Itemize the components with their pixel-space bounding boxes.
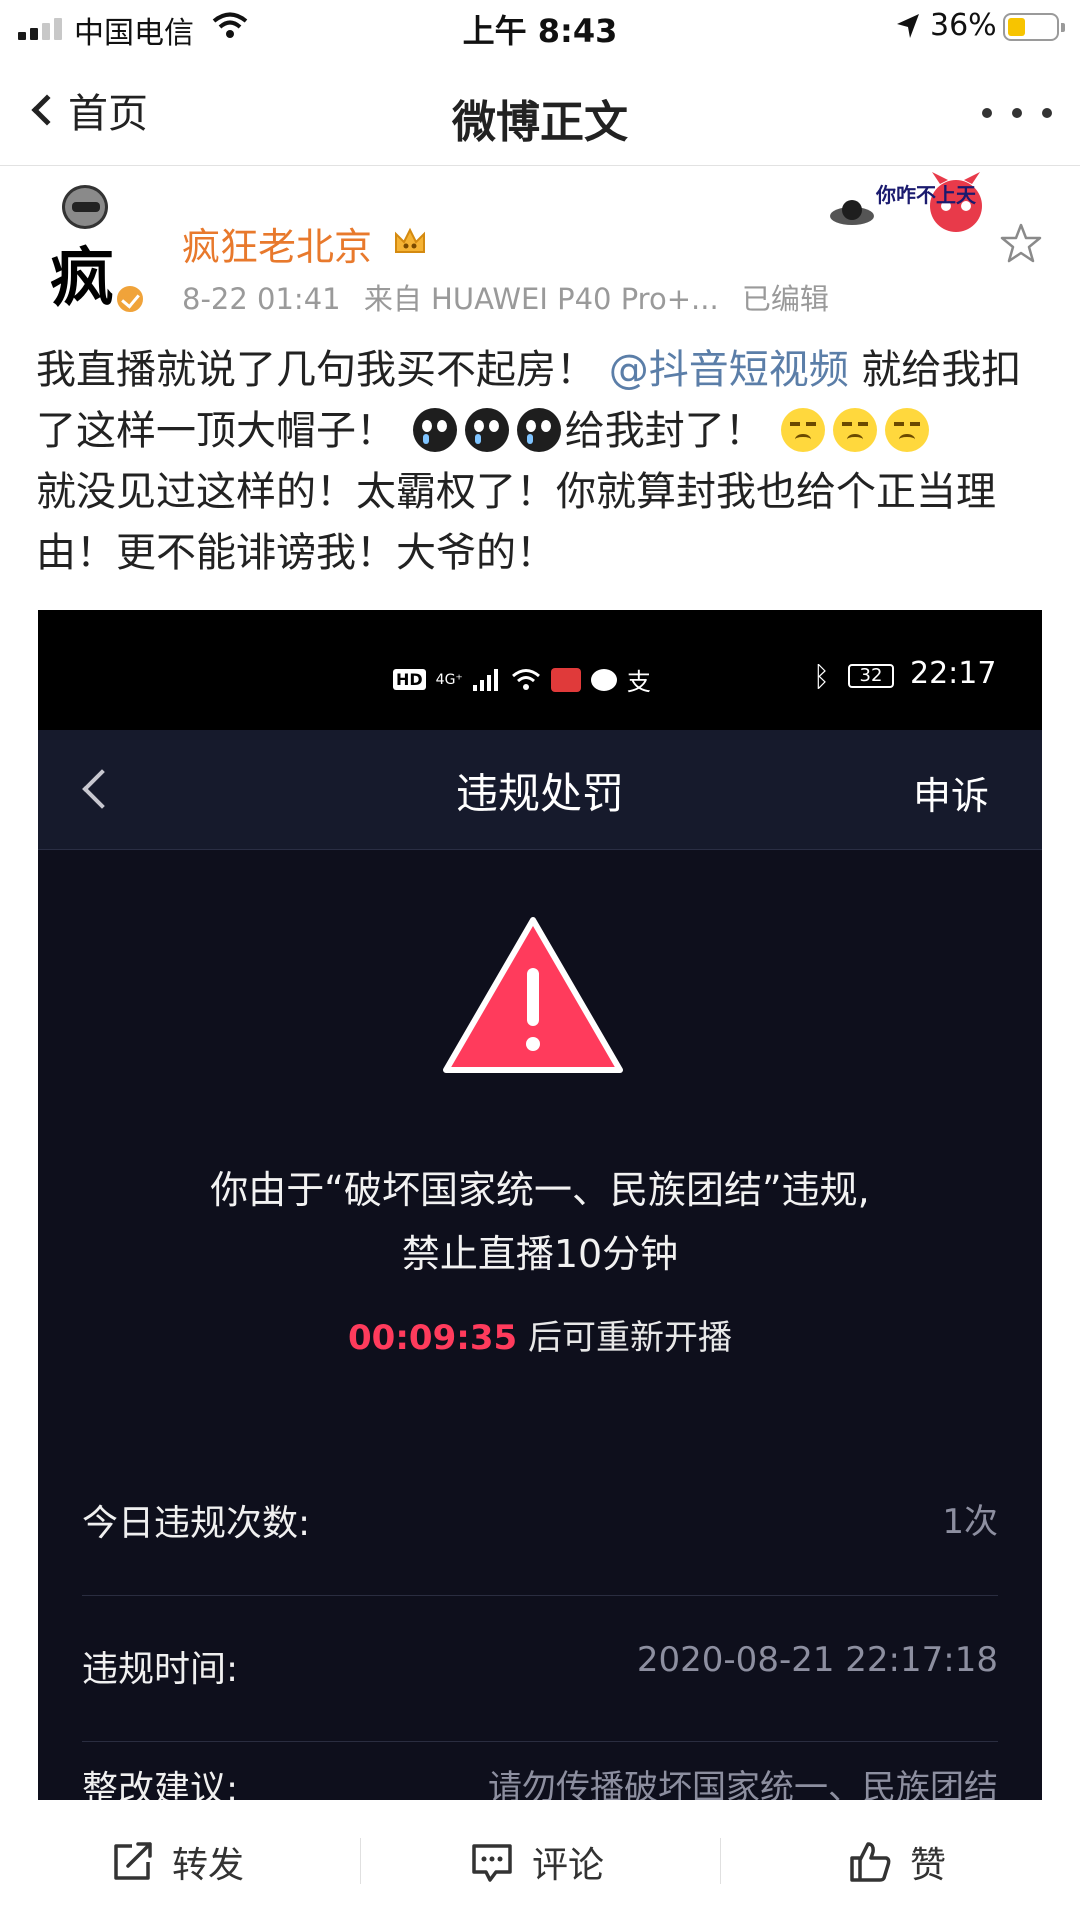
verified-badge-icon <box>114 283 146 315</box>
screenshot-clock: 22:17 <box>910 656 997 691</box>
comment-button[interactable]: 评论 <box>470 1838 604 1886</box>
grumpy-emoji-icon <box>781 408 826 452</box>
screenshot-nav-bar: 违规处罚 申诉 <box>38 730 1042 850</box>
divider <box>360 1838 361 1884</box>
post-timestamp: 8-22 01:41 <box>182 282 341 316</box>
info-row: 今日违规次数: 1次 <box>82 1450 998 1596</box>
app-notification-icon <box>550 667 581 692</box>
edited-label[interactable]: 已编辑 <box>742 282 829 316</box>
countdown-timer: 00:09:35 <box>348 1318 518 1358</box>
info-row: 整改建议: 请勿传播破坏国家统一、民族团结 <box>82 1716 998 1800</box>
repost-label: 转发 <box>172 1845 245 1886</box>
comment-icon <box>472 1844 512 1882</box>
more-dots-icon[interactable] <box>982 108 1052 122</box>
wifi-icon <box>511 668 540 690</box>
bottom-toolbar: 转发 评论 赞 <box>0 1800 1080 1920</box>
screenshot-status-bar: HD 4G⁺ 支 ᛒ 32 22:17 <box>38 610 1042 730</box>
cry-emoji-icon <box>412 408 457 452</box>
info-value: 2020-08-21 22:17:18 <box>636 1640 998 1680</box>
nav-bar: 首页 微博正文 <box>0 56 1080 166</box>
info-label: 违规时间: <box>82 1649 239 1690</box>
grumpy-emoji-icon <box>885 408 930 452</box>
location-arrow-icon <box>897 14 919 38</box>
like-label: 赞 <box>910 1845 947 1886</box>
comment-label: 评论 <box>532 1845 605 1886</box>
signal-icon <box>472 668 501 691</box>
crown-icon <box>395 227 425 253</box>
avatar-glyph: 疯 <box>50 241 114 316</box>
post-text-3: 给我封了！ <box>564 408 765 454</box>
cry-emoji-icon <box>464 408 509 452</box>
info-label: 今日违规次数: <box>82 1503 311 1544</box>
decor-sticker: 你咋不上天 <box>830 172 982 232</box>
thumbs-up-icon <box>850 1842 891 1882</box>
post-text-4: 就没见过这样的！太霸权了！你就算封我也给个正当理由！更不能诽谤我！大爷的！ <box>36 469 996 576</box>
battery-icon: 32 <box>848 664 894 688</box>
bluetooth-icon: ᛒ <box>813 660 830 693</box>
battery-percent: 36% <box>930 8 997 43</box>
penalty-line-2: 禁止直播10分钟 <box>401 1232 679 1276</box>
mention-link[interactable]: @抖音短视频 <box>609 347 849 393</box>
penalty-message: 你由于“破坏国家统一、民族团结”违规, 禁止直播10分钟 <box>38 1158 1042 1286</box>
post-source: 来自 HUAWEI P40 Pro+... <box>363 282 719 316</box>
username[interactable]: 疯狂老北京 <box>182 216 372 271</box>
screenshot-title: 违规处罚 <box>455 769 624 818</box>
status-bar: 中国电信 上午 8:43 36% <box>0 0 1080 56</box>
avatar-face-icon <box>62 185 108 229</box>
info-value: 请勿传播破坏国家统一、民族团结 <box>488 1768 998 1800</box>
hd-icon: HD <box>393 669 426 690</box>
alipay-icon: 支 <box>626 668 651 696</box>
warning-triangle-icon <box>443 917 623 1073</box>
repost-icon <box>114 1842 152 1880</box>
battery-icon <box>1003 13 1065 41</box>
message-bubble-icon <box>590 668 617 691</box>
star-icon[interactable] <box>1000 222 1042 264</box>
sticker-text: 你咋不上天 <box>875 183 977 207</box>
grumpy-emoji-icon <box>833 408 878 452</box>
info-value: 1次 <box>942 1502 998 1542</box>
info-label: 整改建议: <box>82 1769 239 1800</box>
post-meta: 8-22 01:41 来自 HUAWEI P40 Pro+... 已编辑 <box>182 276 843 318</box>
like-button[interactable]: 赞 <box>848 1838 946 1886</box>
penalty-line-1: 你由于“破坏国家统一、民族团结”违规, <box>210 1168 870 1212</box>
repost-button[interactable]: 转发 <box>110 1838 244 1886</box>
divider <box>720 1838 721 1884</box>
page-title: 微博正文 <box>452 97 628 148</box>
embedded-screenshot[interactable]: HD 4G⁺ 支 ᛒ 32 22:17 违规处罚 申诉 你由于“破坏国家统一、民 <box>38 610 1042 1800</box>
post-text-1: 我直播就说了几句我买不起房！ <box>36 347 596 393</box>
appeal-button[interactable]: 申诉 <box>913 765 989 820</box>
cry-emoji-icon <box>516 408 561 452</box>
countdown-suffix: 后可重新开播 <box>527 1318 732 1358</box>
countdown: 00:09:35 后可重新开播 <box>38 1310 1042 1359</box>
post-body: 我直播就说了几句我买不起房！ @抖音短视频 就给我扣了这样一顶大帽子！ 给我封了… <box>36 340 1046 584</box>
network-label: 4G⁺ <box>435 671 463 688</box>
